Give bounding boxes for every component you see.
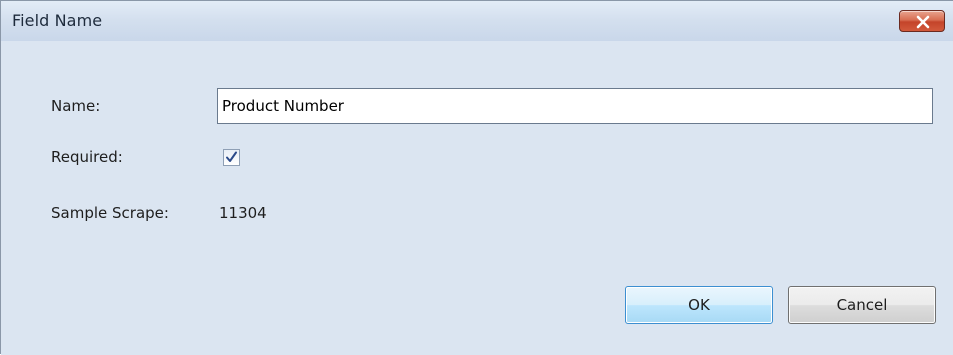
name-input[interactable] — [217, 88, 933, 124]
cancel-button[interactable]: Cancel — [788, 286, 936, 324]
sample-scrape-label: Sample Scrape: — [51, 204, 169, 222]
sample-scrape-value: 11304 — [219, 204, 267, 222]
ok-button[interactable]: OK — [625, 286, 773, 324]
close-x-icon — [916, 15, 930, 29]
required-checkbox[interactable] — [223, 149, 240, 166]
close-button[interactable] — [899, 10, 945, 32]
dialog-title: Field Name — [12, 11, 103, 30]
title-bar[interactable]: Field Name — [1, 1, 953, 41]
checkmark-icon — [226, 151, 237, 162]
field-name-dialog: Field Name Name: Required: Sample Scrape… — [0, 0, 953, 355]
dialog-content: Name: Required: Sample Scrape: 11304 OK … — [1, 41, 953, 355]
name-label: Name: — [51, 97, 101, 115]
required-label: Required: — [51, 148, 123, 166]
